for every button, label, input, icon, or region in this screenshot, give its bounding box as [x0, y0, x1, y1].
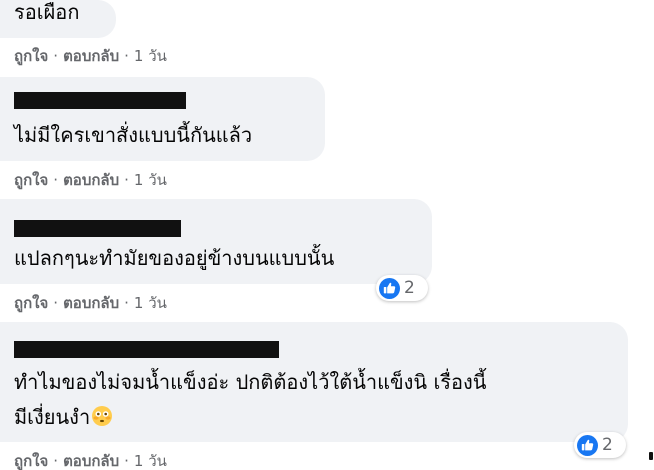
separator: ·: [53, 294, 59, 312]
reply-link[interactable]: ตอบกลับ: [63, 294, 119, 312]
like-link[interactable]: ถูกใจ: [14, 294, 48, 312]
comment-text: ไม่มีใครเขาสั่งแบบนี้กันแล้ว: [14, 123, 253, 147]
like-icon: [379, 277, 400, 299]
flushed-face-icon: [92, 406, 113, 426]
redacted-author-name: [14, 92, 186, 109]
comment-actions: ถูกใจ · ตอบกลับ · 1 วัน: [14, 452, 167, 470]
comment-text-line2: มีเงี่ยนงำ: [14, 403, 113, 431]
comment-text: รอเผือก: [14, 0, 80, 24]
comment-bubble: รอเผือก: [0, 0, 116, 38]
comment-actions: ถูกใจ · ตอบกลับ · 1 วัน: [14, 294, 167, 312]
comment-text-line1: ทำไมของไม่จมน้ำแข็งอ่ะ ปกติต้องไว้ใต้น้ำ…: [14, 370, 487, 394]
reaction-count[interactable]: 2: [574, 432, 626, 458]
comment-actions: ถูกใจ · ตอบกลับ · 1 วัน: [14, 47, 167, 65]
comment-text-line2-text: มีเงี่ยนงำ: [14, 405, 91, 429]
timestamp-link[interactable]: 1 วัน: [134, 171, 167, 189]
like-link[interactable]: ถูกใจ: [14, 171, 48, 189]
reply-link[interactable]: ตอบกลับ: [63, 171, 119, 189]
reaction-number: 2: [602, 435, 613, 455]
redacted-author-name: [14, 341, 279, 358]
timestamp-link[interactable]: 1 วัน: [134, 47, 167, 65]
reply-link[interactable]: ตอบกลับ: [63, 47, 119, 65]
comment-bubble: ทำไมของไม่จมน้ำแข็งอ่ะ ปกติต้องไว้ใต้น้ำ…: [0, 322, 628, 442]
edge-fragment: [649, 452, 653, 460]
reply-link[interactable]: ตอบกลับ: [63, 452, 119, 470]
separator: ·: [124, 294, 129, 312]
separator: ·: [124, 171, 129, 189]
redacted-author-name: [14, 220, 181, 237]
separator: ·: [53, 47, 59, 65]
separator: ·: [124, 47, 129, 65]
comment-text: แปลกๆนะทำมัยของอยู่ข้างบนแบบนั้น: [14, 246, 335, 270]
separator: ·: [53, 452, 59, 470]
timestamp-link[interactable]: 1 วัน: [134, 294, 167, 312]
reaction-number: 2: [404, 278, 415, 298]
like-icon: [577, 434, 598, 456]
comment-bubble: แปลกๆนะทำมัยของอยู่ข้างบนแบบนั้น: [0, 199, 432, 284]
comment-actions: ถูกใจ · ตอบกลับ · 1 วัน: [14, 171, 167, 189]
like-link[interactable]: ถูกใจ: [14, 452, 48, 470]
comment-bubble: ไม่มีใครเขาสั่งแบบนี้กันแล้ว: [0, 77, 325, 161]
separator: ·: [53, 171, 59, 189]
timestamp-link[interactable]: 1 วัน: [134, 452, 167, 470]
reaction-count[interactable]: 2: [376, 275, 428, 301]
like-link[interactable]: ถูกใจ: [14, 47, 48, 65]
separator: ·: [124, 452, 129, 470]
